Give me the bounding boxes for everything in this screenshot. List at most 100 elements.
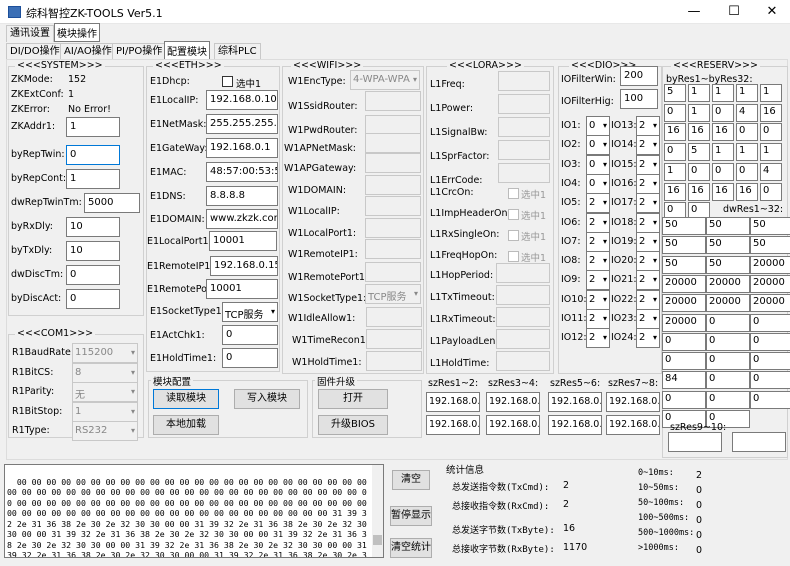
wifi-input[interactable] [365,133,421,153]
tab-dido[interactable]: DI/DO操作 [6,43,64,60]
com1-select[interactable]: 115200 ▾ [72,343,138,363]
system-field-input[interactable]: 1 [66,169,120,189]
clear-stats-button[interactable]: 清空统计 [390,538,432,558]
reserv-byres-input[interactable]: 0 [712,162,734,181]
reserv-dwres-input[interactable]: 0 [750,352,790,371]
reserv-byres-input[interactable]: 0 [664,103,686,122]
reserv-byres-input[interactable]: 1 [760,84,782,102]
reserv-byres-input[interactable]: 16 [688,123,710,142]
reserv-dwres-input[interactable]: 20000 [750,294,790,313]
reserv-dwres-input[interactable]: 20000 [750,274,790,293]
reserv-dwres-input[interactable]: 0 [706,313,750,332]
reserv-dwres-input[interactable]: 20000 [662,294,706,313]
eth-input[interactable]: 10001 [206,279,278,299]
write-module-button[interactable]: 写入模块 [234,389,300,409]
dio-io-select[interactable]: 2 ▾ [636,270,660,291]
com1-select[interactable]: 1 ▾ [72,401,138,422]
dio-io-select[interactable]: 2 ▾ [636,289,660,310]
reserv-dwres-input[interactable]: 0 [706,332,750,351]
eth-input[interactable]: 192.168.0.155 [210,256,278,276]
reserv-byres-input[interactable]: 4 [736,103,758,122]
lora-tail-input[interactable] [496,307,550,327]
dio-io-select[interactable]: 2 ▾ [586,212,610,233]
wifi-input[interactable] [365,239,421,259]
lora-input[interactable] [498,140,550,160]
reserv-byres-input[interactable]: 1 [688,103,710,122]
reserv-dwres-input[interactable]: 50 [706,217,750,235]
dio-io-select[interactable]: 2 ▾ [586,270,610,291]
reserv-byres-input[interactable]: 0 [760,182,782,201]
reserv-dwres-input[interactable]: 84 [662,371,706,390]
lora-checkbox[interactable] [508,188,519,199]
eth-input[interactable]: 192.168.0.106 [206,90,278,110]
reserv-dwres-input[interactable]: 50 [662,236,706,255]
reserv-dwres-input[interactable]: 20000 [662,274,706,293]
dio-io-select[interactable]: 2 ▾ [636,116,660,136]
reserv-dwres-input[interactable]: 0 [750,390,790,409]
reserv-dwres-input[interactable]: 50 [750,217,790,235]
tab-aiao[interactable]: AI/AO操作 [60,43,116,60]
reserv-byres-input[interactable]: 16 [712,182,734,201]
reserv-dwres-input[interactable]: 50 [706,236,750,255]
reserv-byres-input[interactable]: 0 [736,123,758,142]
eth-tail-input[interactable]: 0 [222,348,278,368]
lora-input[interactable] [498,71,550,91]
dio-io-select[interactable]: 2 ▾ [636,309,660,329]
reserv-dwres-input[interactable]: 0 [662,332,706,351]
read-module-button[interactable]: 读取模块 [153,389,219,409]
tab-zk-plc[interactable]: 综科PLC [214,43,261,60]
dio-io-select[interactable]: 2 ▾ [586,309,610,329]
eth-input[interactable]: 255.255.255.0 [206,114,278,134]
reserv-dwres-input[interactable]: 20000 [750,255,790,274]
open-button[interactable]: 打开 [318,389,388,409]
szres-input[interactable]: 192.168.0.2 [606,392,660,412]
reserv-byres-input[interactable]: 1 [736,143,758,162]
reserv-byres-input[interactable]: 5 [664,84,686,102]
wifi-input[interactable] [365,115,421,135]
lora-input[interactable] [498,163,550,183]
reserv-dwres-input[interactable]: 0 [750,371,790,390]
lora-checkbox[interactable] [508,209,519,220]
reserv-dwres-input[interactable]: 20000 [662,313,706,332]
eth-input[interactable]: 8.8.8.8 [206,186,278,206]
dio-io-select[interactable]: 2 ▾ [636,193,660,214]
dio-io-select[interactable]: 2 ▾ [636,154,660,175]
log-scroll-thumb[interactable] [373,535,382,545]
reserv-dwres-input[interactable]: 0 [662,352,706,371]
dio-io-select[interactable]: 2 ▾ [636,173,660,194]
eth-input[interactable]: www.zkzk.com [206,209,278,229]
zkaddr-input[interactable]: 1 [66,117,120,137]
eth-input[interactable]: 192.168.0.1 [206,138,278,158]
szres-input[interactable]: 192.168.0.2 [486,392,540,412]
reserv-byres-input[interactable]: 0 [664,143,686,162]
reserv-byres-input[interactable]: 5 [688,143,710,162]
eth-input[interactable]: 48:57:00:53:55 [206,162,278,182]
lora-input[interactable] [498,94,550,114]
close-button[interactable]: ✕ [752,0,790,24]
system-field-input[interactable]: 10 [66,241,120,261]
eth-tail-input[interactable]: 0 [222,325,278,345]
wifi-tail-input[interactable] [366,307,422,327]
dio-io-select[interactable]: 2 ▾ [636,231,660,252]
dio-io-select[interactable]: 2 ▾ [636,135,660,156]
szres-input[interactable]: 192.168.0.2 [548,392,602,412]
reserv-dwres-input[interactable]: 0 [706,352,750,371]
com1-select[interactable]: 无 ▾ [72,382,138,402]
dio-io-select[interactable]: 2 ▾ [636,212,660,233]
wifi-tail-input[interactable] [366,351,422,371]
dio-io-select[interactable]: 0 ▾ [586,154,610,175]
reserv-dwres-input[interactable]: 0 [706,371,750,390]
wifi-tail-input[interactable] [366,329,422,349]
reserv-byres-input[interactable]: 1 [664,162,686,181]
reserv-byres-input[interactable]: 16 [760,103,782,122]
reserv-byres-input[interactable]: 4 [760,162,782,181]
reserv-dwres-input[interactable]: 50 [706,255,750,274]
reserv-dwres-input[interactable]: 20000 [706,274,750,293]
reserv-byres-input[interactable]: 16 [688,182,710,201]
local-load-button[interactable]: 本地加载 [153,415,219,435]
dio-io-select[interactable]: 2 ▾ [586,328,610,349]
szres-input[interactable]: 192.168.0.2 [486,415,540,435]
wifi-input[interactable] [365,91,421,111]
reserv-dwres-input[interactable]: 0 [662,390,706,409]
reserv-szres-input[interactable] [668,432,722,452]
